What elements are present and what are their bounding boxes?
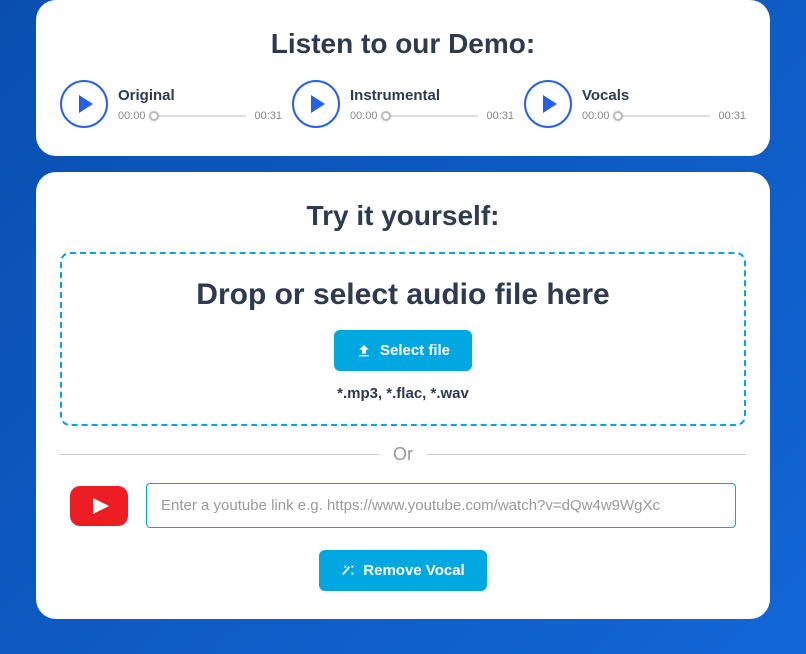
player-vocals: Vocals 00:00 00:31	[524, 80, 746, 128]
divider-line	[60, 454, 379, 455]
select-file-button[interactable]: Select file	[334, 330, 472, 371]
demo-card: Listen to our Demo: Original 00:00 00:31…	[36, 0, 770, 156]
time-current: 00:00	[118, 110, 146, 122]
progress-slider[interactable]	[386, 115, 479, 117]
try-title: Try it yourself:	[60, 200, 746, 232]
or-divider: Or	[60, 444, 746, 465]
time-total: 00:31	[486, 110, 514, 122]
demo-players: Original 00:00 00:31 Instrumental 00:00 …	[60, 80, 746, 128]
supported-formats: *.mp3, *.flac, *.wav	[78, 385, 728, 402]
player-instrumental: Instrumental 00:00 00:31	[292, 80, 514, 128]
youtube-icon	[70, 486, 128, 526]
slider-thumb[interactable]	[149, 111, 159, 121]
time-total: 00:31	[718, 110, 746, 122]
progress-slider[interactable]	[618, 115, 711, 117]
upload-icon	[356, 343, 372, 359]
magic-wand-icon	[341, 564, 355, 578]
youtube-url-input[interactable]	[146, 483, 736, 528]
select-file-label: Select file	[380, 342, 450, 359]
remove-vocal-button[interactable]: Remove Vocal	[319, 550, 486, 591]
divider-line	[427, 454, 746, 455]
player-label: Original	[118, 87, 282, 104]
time-current: 00:00	[582, 110, 610, 122]
try-card: Try it yourself: Drop or select audio fi…	[36, 172, 770, 619]
play-button-vocals[interactable]	[524, 80, 572, 128]
progress-slider[interactable]	[154, 115, 247, 117]
play-button-instrumental[interactable]	[292, 80, 340, 128]
dropzone-title: Drop or select audio file here	[78, 278, 728, 312]
time-current: 00:00	[350, 110, 378, 122]
play-icon	[79, 95, 93, 113]
play-icon	[311, 95, 325, 113]
slider-thumb[interactable]	[381, 111, 391, 121]
youtube-row	[60, 483, 746, 528]
or-text: Or	[393, 444, 413, 465]
dropzone[interactable]: Drop or select audio file here Select fi…	[60, 252, 746, 426]
play-icon	[543, 95, 557, 113]
time-total: 00:31	[254, 110, 282, 122]
slider-thumb[interactable]	[613, 111, 623, 121]
play-button-original[interactable]	[60, 80, 108, 128]
player-original: Original 00:00 00:31	[60, 80, 282, 128]
remove-vocal-label: Remove Vocal	[363, 562, 464, 579]
player-label: Instrumental	[350, 87, 514, 104]
action-row: Remove Vocal	[60, 550, 746, 591]
demo-title: Listen to our Demo:	[60, 28, 746, 60]
player-label: Vocals	[582, 87, 746, 104]
